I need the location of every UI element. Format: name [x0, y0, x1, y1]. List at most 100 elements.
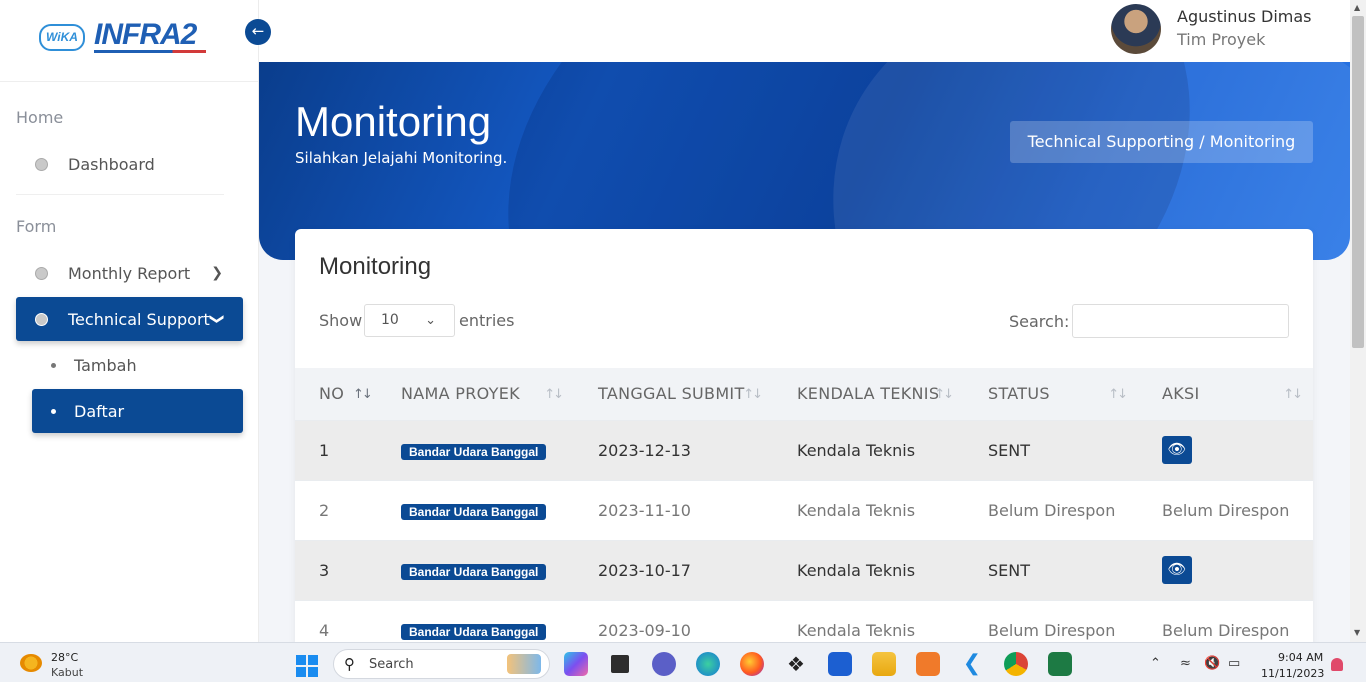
cell-aksi: 👁 [1138, 420, 1313, 480]
project-badge: Bandar Udara Banggal [401, 503, 547, 520]
collapse-sidebar-button[interactable]: ← [245, 19, 271, 45]
page-title: Monitoring [295, 98, 492, 145]
copilot-icon[interactable] [564, 652, 588, 676]
dropbox-icon[interactable]: ❖ [784, 652, 808, 676]
column-header-aksi[interactable]: AKSI ↑↓ [1138, 368, 1313, 420]
page-subtitle: Silahkan Jelajahi Monitoring. [295, 149, 508, 167]
cell-no: 1 [319, 440, 330, 460]
speaker-muted-icon[interactable]: 🔇 [1204, 656, 1220, 671]
sort-icon: ↑↓ [934, 387, 954, 402]
sub-item-label: Tambah [74, 355, 137, 375]
breadcrumb[interactable]: Technical Supporting / Monitoring [1010, 121, 1313, 163]
eye-icon[interactable]: 👁 [1162, 556, 1192, 584]
xampp-icon[interactable] [916, 652, 940, 676]
taskbar-search[interactable]: ⚲ Search [333, 649, 550, 679]
page-scrollbar[interactable]: ▲ ▼ [1350, 0, 1366, 642]
circle-icon [35, 312, 48, 326]
search-icon: ⚲ [344, 655, 355, 673]
table-row: 3 Bandar Udara Banggal 2023-10-17 Kendal… [295, 540, 1313, 600]
entries-value: 10 [381, 312, 399, 328]
battery-icon[interactable]: ▭ [1228, 656, 1240, 671]
teams-chat-icon[interactable] [652, 652, 676, 676]
nav-section-form: Form [16, 217, 57, 236]
chrome-icon[interactable] [1004, 652, 1028, 676]
nav-item-technical-support[interactable]: Technical Support ❯ [16, 297, 243, 341]
weather-desc[interactable]: Kabut [51, 666, 83, 679]
sort-icon: ↑↓ [743, 387, 763, 402]
task-view-icon[interactable] [608, 652, 632, 676]
wifi-icon[interactable]: ≈ [1180, 656, 1191, 671]
cell-aksi: 👁 [1138, 540, 1313, 600]
chevron-down-icon: ⌄ [425, 313, 436, 328]
column-header-status[interactable]: STATUS ↑↓ [964, 368, 1138, 420]
clock-date[interactable]: 11/11/2023 [1261, 667, 1324, 680]
vscode-icon[interactable]: ❮ [960, 652, 984, 676]
circle-icon [35, 266, 48, 280]
logo-underline [94, 50, 206, 53]
scroll-thumb[interactable] [1352, 16, 1364, 348]
bullet-icon [51, 408, 56, 414]
store-icon[interactable] [828, 652, 852, 676]
wika-logo[interactable]: WiKA [39, 24, 85, 51]
cell-tanggal: 2023-11-10 [598, 500, 691, 520]
sidebar: WiKA INFRA2 Home Dashboard Form Monthly … [0, 0, 259, 642]
entries-select[interactable]: 10 ⌄ [364, 304, 455, 337]
chevron-up-icon[interactable]: ⌃ [1150, 656, 1161, 671]
eye-icon[interactable]: 👁 [1162, 436, 1192, 464]
cell-tanggal: 2023-10-17 [598, 560, 691, 580]
scroll-down-icon[interactable]: ▼ [1354, 628, 1360, 637]
table-header-row: NO ↑↓ NAMA PROYEK ↑↓ TANGGAL SUBMIT ↑↓ KEND… [295, 368, 1313, 420]
edge-icon[interactable] [696, 652, 720, 676]
firefox-icon[interactable] [740, 652, 764, 676]
nav-item-label: Technical Support [68, 309, 210, 329]
chevron-right-icon: ❯ [211, 265, 223, 281]
nav-item-monthly-report[interactable]: Monthly Report ❯ [16, 251, 243, 295]
table-row: 2 Bandar Udara Banggal 2023-11-10 Kendal… [295, 480, 1313, 540]
monitoring-table: NO ↑↓ NAMA PROYEK ↑↓ TANGGAL SUBMIT ↑↓ KEND… [295, 368, 1313, 649]
scroll-up-icon[interactable]: ▲ [1354, 3, 1360, 12]
sort-icon: ↑↓ [544, 387, 564, 402]
column-header-nama-proyek[interactable]: NAMA PROYEK ↑↓ [377, 368, 574, 420]
sub-item-daftar[interactable]: Daftar [32, 389, 243, 433]
table-row: 1 Bandar Udara Banggal 2023-12-13 Kendal… [295, 420, 1313, 480]
taskbar-search-label: Search [369, 657, 414, 672]
avatar[interactable] [1111, 4, 1161, 54]
infra2-logo[interactable]: INFRA2 [94, 18, 197, 52]
cell-kendala: Kendala Teknis [797, 500, 916, 520]
windows-start-icon[interactable] [296, 655, 318, 677]
cell-status: SENT [988, 440, 1031, 460]
user-role: Tim Proyek [1177, 30, 1266, 49]
sort-asc-icon: ↑↓ [353, 387, 373, 402]
column-header-kendala-teknis[interactable]: KENDALA TEKNIS ↑↓ [773, 368, 964, 420]
user-name[interactable]: Agustinus Dimas [1177, 7, 1312, 26]
taskbar: 28°C Kabut ⚲ Search ❖ ❮ ⌃ ≈ 🔇 ▭ 9:04 AM … [0, 642, 1366, 682]
column-header-tanggal-submit[interactable]: TANGGAL SUBMIT ↑↓ [574, 368, 773, 420]
clock-time[interactable]: 9:04 AM [1278, 651, 1323, 664]
top-header: Agustinus Dimas Tim Proyek [259, 0, 1350, 62]
card-title: Monitoring [319, 253, 432, 280]
search-label: Search: [1009, 312, 1070, 331]
search-input[interactable] [1072, 304, 1289, 338]
weather-temp[interactable]: 28°C [51, 651, 78, 664]
project-badge: Bandar Udara Banggal [401, 623, 547, 640]
notification-bell-icon[interactable] [1331, 658, 1343, 671]
column-header-no[interactable]: NO ↑↓ [295, 368, 377, 420]
circle-icon [35, 157, 48, 171]
chevron-down-icon: ❯ [209, 313, 226, 325]
project-badge: Bandar Udara Banggal [401, 563, 547, 580]
file-explorer-icon[interactable] [872, 652, 896, 676]
nav-section-home: Home [16, 108, 64, 127]
sub-item-tambah[interactable]: Tambah [32, 343, 243, 387]
cell-kendala: Kendala Teknis [797, 560, 916, 580]
nav-item-label: Monthly Report [68, 263, 191, 283]
sort-icon: ↑↓ [1283, 387, 1303, 402]
weather-icon[interactable] [20, 654, 42, 672]
bullet-icon [51, 362, 56, 368]
cell-status: Belum Direspon [988, 500, 1116, 520]
nav-item-dashboard[interactable]: Dashboard [16, 142, 243, 186]
logo-area: WiKA INFRA2 [0, 0, 258, 82]
entries-label: entries [459, 311, 515, 330]
excel-icon[interactable] [1048, 652, 1072, 676]
cell-tanggal: 2023-12-13 [598, 440, 691, 460]
nav-item-label: Dashboard [68, 154, 155, 174]
